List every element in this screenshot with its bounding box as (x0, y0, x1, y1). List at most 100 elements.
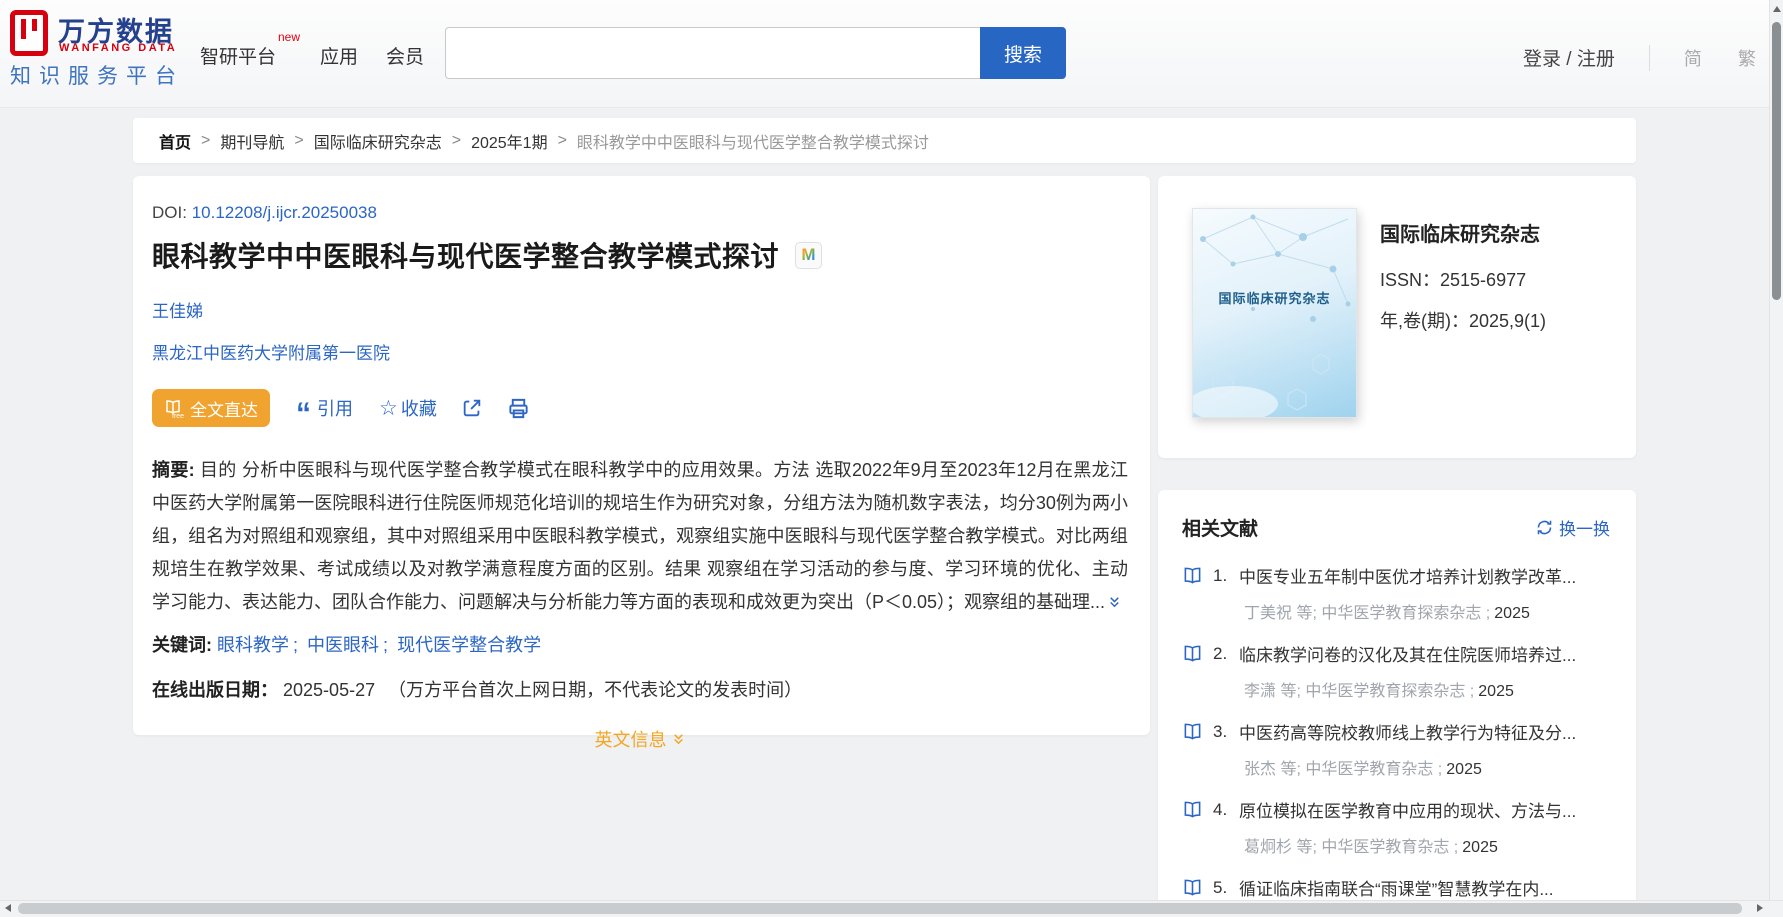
journal-card: 国际临床研究杂志 国际临床研究杂志 ISSN：2515-6977 年,卷(期)：… (1158, 176, 1636, 458)
keyword-link[interactable]: 现代医学整合教学 (397, 635, 541, 655)
m-badge-icon[interactable]: M (795, 241, 823, 269)
header: 万方数据 WANFANG DATA 知识服务平台 智研平台 new 应用 会员 … (0, 0, 1783, 108)
double-chevron-down-icon (673, 733, 683, 744)
book-icon (1182, 566, 1203, 585)
author-link[interactable]: 王佳娣 (152, 302, 203, 321)
online-date-note: （万方平台首次上网日期，不代表论文的发表时间） (388, 680, 803, 700)
page: 万方数据 WANFANG DATA 知识服务平台 智研平台 new 应用 会员 … (0, 0, 1783, 917)
page-title: 眼科教学中中医眼科与现代医学整合教学模式探讨 (152, 241, 780, 272)
related-item-link[interactable]: 中医药高等院校教师线上教学行为特征及分... (1239, 719, 1576, 744)
print-icon (509, 398, 528, 418)
related-item-meta: 葛炯杉 等; 中华医学教育杂志 ; 2025 (1244, 839, 1498, 856)
related-item-link[interactable]: 中医专业五年制中医优才培养计划教学改革... (1239, 563, 1576, 588)
doi-row: DOI: 10.12208/j.ijcr.20250038 (152, 203, 1128, 223)
nav-item-apps[interactable]: 应用 (320, 42, 358, 69)
related-item-meta: 李潇 等; 中华医学教育探索杂志 ; 2025 (1244, 683, 1514, 700)
horizontal-scrollbar[interactable] (0, 900, 1783, 917)
journal-volume-row: 年,卷(期)：2025,9(1) (1380, 307, 1546, 333)
book-icon (1182, 722, 1203, 741)
english-info-row: 英文信息 (152, 726, 1128, 752)
title-row: 眼科教学中中医眼科与现代医学整合教学模式探讨 M (152, 235, 1128, 275)
breadcrumb-home[interactable]: 首页 (159, 129, 191, 153)
book-icon (1182, 800, 1203, 819)
fulltext-button[interactable]: free 全文直达 (152, 389, 270, 427)
vertical-scrollbar[interactable] (1769, 0, 1783, 917)
scroll-up-arrow[interactable] (1773, 6, 1781, 12)
star-icon: ☆ (379, 396, 398, 420)
actions-row: free 全文直达 “ 引用 ☆ 收藏 (152, 389, 1128, 430)
related-literature-card: 相关文献 换一换 1. 中医专业五年制中医优才培养计划教学改革... 丁美祝 等… (1158, 490, 1636, 917)
breadcrumb: 首页 > 期刊导航 > 国际临床研究杂志 > 2025年1期 > 眼科教学中中医… (133, 118, 1636, 163)
doi-label: DOI: (152, 203, 187, 222)
related-item-link[interactable]: 临床教学问卷的汉化及其在住院医师培养过... (1239, 641, 1576, 666)
vertical-scroll-thumb[interactable] (1772, 22, 1781, 300)
refresh-related-button[interactable]: 换一换 (1536, 515, 1610, 540)
scroll-left-arrow[interactable] (5, 904, 11, 912)
cover-art (1193, 214, 1351, 417)
breadcrumb-separator: > (451, 131, 462, 149)
new-badge: new (278, 30, 301, 44)
nav-item-member[interactable]: 会员 (386, 42, 424, 69)
abstract-label: 摘要: (152, 460, 195, 480)
breadcrumb-journal[interactable]: 国际临床研究杂志 (314, 129, 442, 153)
brand-name-en: WANFANG DATA (59, 42, 178, 54)
expand-abstract-button[interactable] (1107, 588, 1122, 621)
keywords-label: 关键词: (152, 635, 212, 655)
searchbar: 搜索 (445, 27, 1066, 79)
affiliation-link[interactable]: 黑龙江中医药大学附属第一医院 (152, 344, 390, 363)
scroll-right-arrow[interactable] (1757, 904, 1763, 912)
volume-label: 年,卷(期)： (1380, 311, 1469, 331)
keywords-row: 关键词: 眼科教学; 中医眼科; 现代医学整合教学 (152, 635, 542, 655)
online-date-label: 在线出版日期： (152, 680, 278, 700)
related-header: 相关文献 换一换 (1182, 514, 1610, 541)
breadcrumb-separator: > (294, 131, 304, 149)
volume-value: 2025,9(1) (1469, 311, 1547, 331)
horizontal-scroll-thumb[interactable] (18, 903, 1742, 914)
online-date-row: 在线出版日期： 2025-05-27 （万方平台首次上网日期，不代表论文的发表时… (152, 676, 1128, 702)
breadcrumb-separator: > (201, 131, 211, 149)
share-button[interactable] (461, 397, 483, 419)
search-input[interactable] (445, 27, 980, 79)
brand-tagline: 知识服务平台 (10, 65, 184, 88)
print-button[interactable] (507, 397, 530, 420)
main-nav: 智研平台 new 应用 会员 (200, 30, 424, 69)
nav-item-zhiyan[interactable]: 智研平台 new (200, 30, 300, 69)
list-item: 3. 中医药高等院校教师线上教学行为特征及分... 张杰 等; 中华医学教育杂志… (1182, 719, 1610, 779)
list-item: 2. 临床教学问卷的汉化及其在住院医师培养过... 李潇 等; 中华医学教育探索… (1182, 641, 1610, 701)
book-free-icon: free (164, 397, 186, 420)
abstract-text: 目的 分析中医眼科与现代医学整合教学模式在眼科教学中的应用效果。方法 选取202… (152, 460, 1128, 612)
journal-name-link[interactable]: 国际临床研究杂志 (1380, 218, 1540, 247)
issn-value: 2515-6977 (1440, 270, 1527, 290)
breadcrumb-separator: > (557, 131, 567, 149)
book-icon (1182, 644, 1203, 663)
double-chevron-down-icon (1110, 597, 1119, 608)
login-register-link[interactable]: 登录 / 注册 (1523, 44, 1615, 71)
journal-cover-title: 国际临床研究杂志 (1218, 291, 1331, 307)
doi-link[interactable]: 10.12208/j.ijcr.20250038 (192, 203, 377, 222)
favorite-button[interactable]: ☆ 收藏 (379, 395, 437, 421)
breadcrumb-current: 眼科教学中中医眼科与现代医学整合教学模式探讨 (576, 134, 929, 152)
online-date-value: 2025-05-27 (283, 680, 376, 700)
lang-simplified-toggle[interactable]: 简 (1684, 45, 1702, 71)
book-icon (1182, 878, 1203, 897)
breadcrumb-journal-nav[interactable]: 期刊导航 (220, 129, 284, 153)
header-right: 登录 / 注册 简 繁 (1523, 44, 1756, 71)
refresh-icon (1537, 520, 1552, 535)
keyword-link[interactable]: 眼科教学 (217, 635, 289, 655)
quote-icon: “ (296, 397, 311, 430)
journal-issn-row: ISSN：2515-6977 (1380, 266, 1526, 292)
related-item-link[interactable]: 循证临床指南联合“雨课堂”智慧教学在内... (1239, 875, 1554, 900)
keyword-link[interactable]: 中医眼科 (307, 635, 379, 655)
journal-cover[interactable]: 国际临床研究杂志 (1192, 208, 1357, 418)
related-title: 相关文献 (1182, 519, 1259, 540)
lang-traditional-toggle[interactable]: 繁 (1738, 45, 1756, 71)
author-row: 王佳娣 (152, 297, 1128, 322)
issn-label: ISSN： (1380, 270, 1441, 290)
article-card: DOI: 10.12208/j.ijcr.20250038 眼科教学中中医眼科与… (133, 176, 1150, 750)
search-button[interactable]: 搜索 (980, 27, 1066, 79)
english-info-toggle[interactable]: 英文信息 (595, 726, 686, 752)
related-item-link[interactable]: 原位模拟在医学教育中应用的现状、方法与... (1239, 797, 1576, 822)
wanfang-logo[interactable]: 万方数据 WANFANG DATA 知识服务平台 (10, 8, 200, 98)
breadcrumb-issue[interactable]: 2025年1期 (471, 129, 548, 153)
cite-button[interactable]: “ 引用 (296, 395, 353, 430)
